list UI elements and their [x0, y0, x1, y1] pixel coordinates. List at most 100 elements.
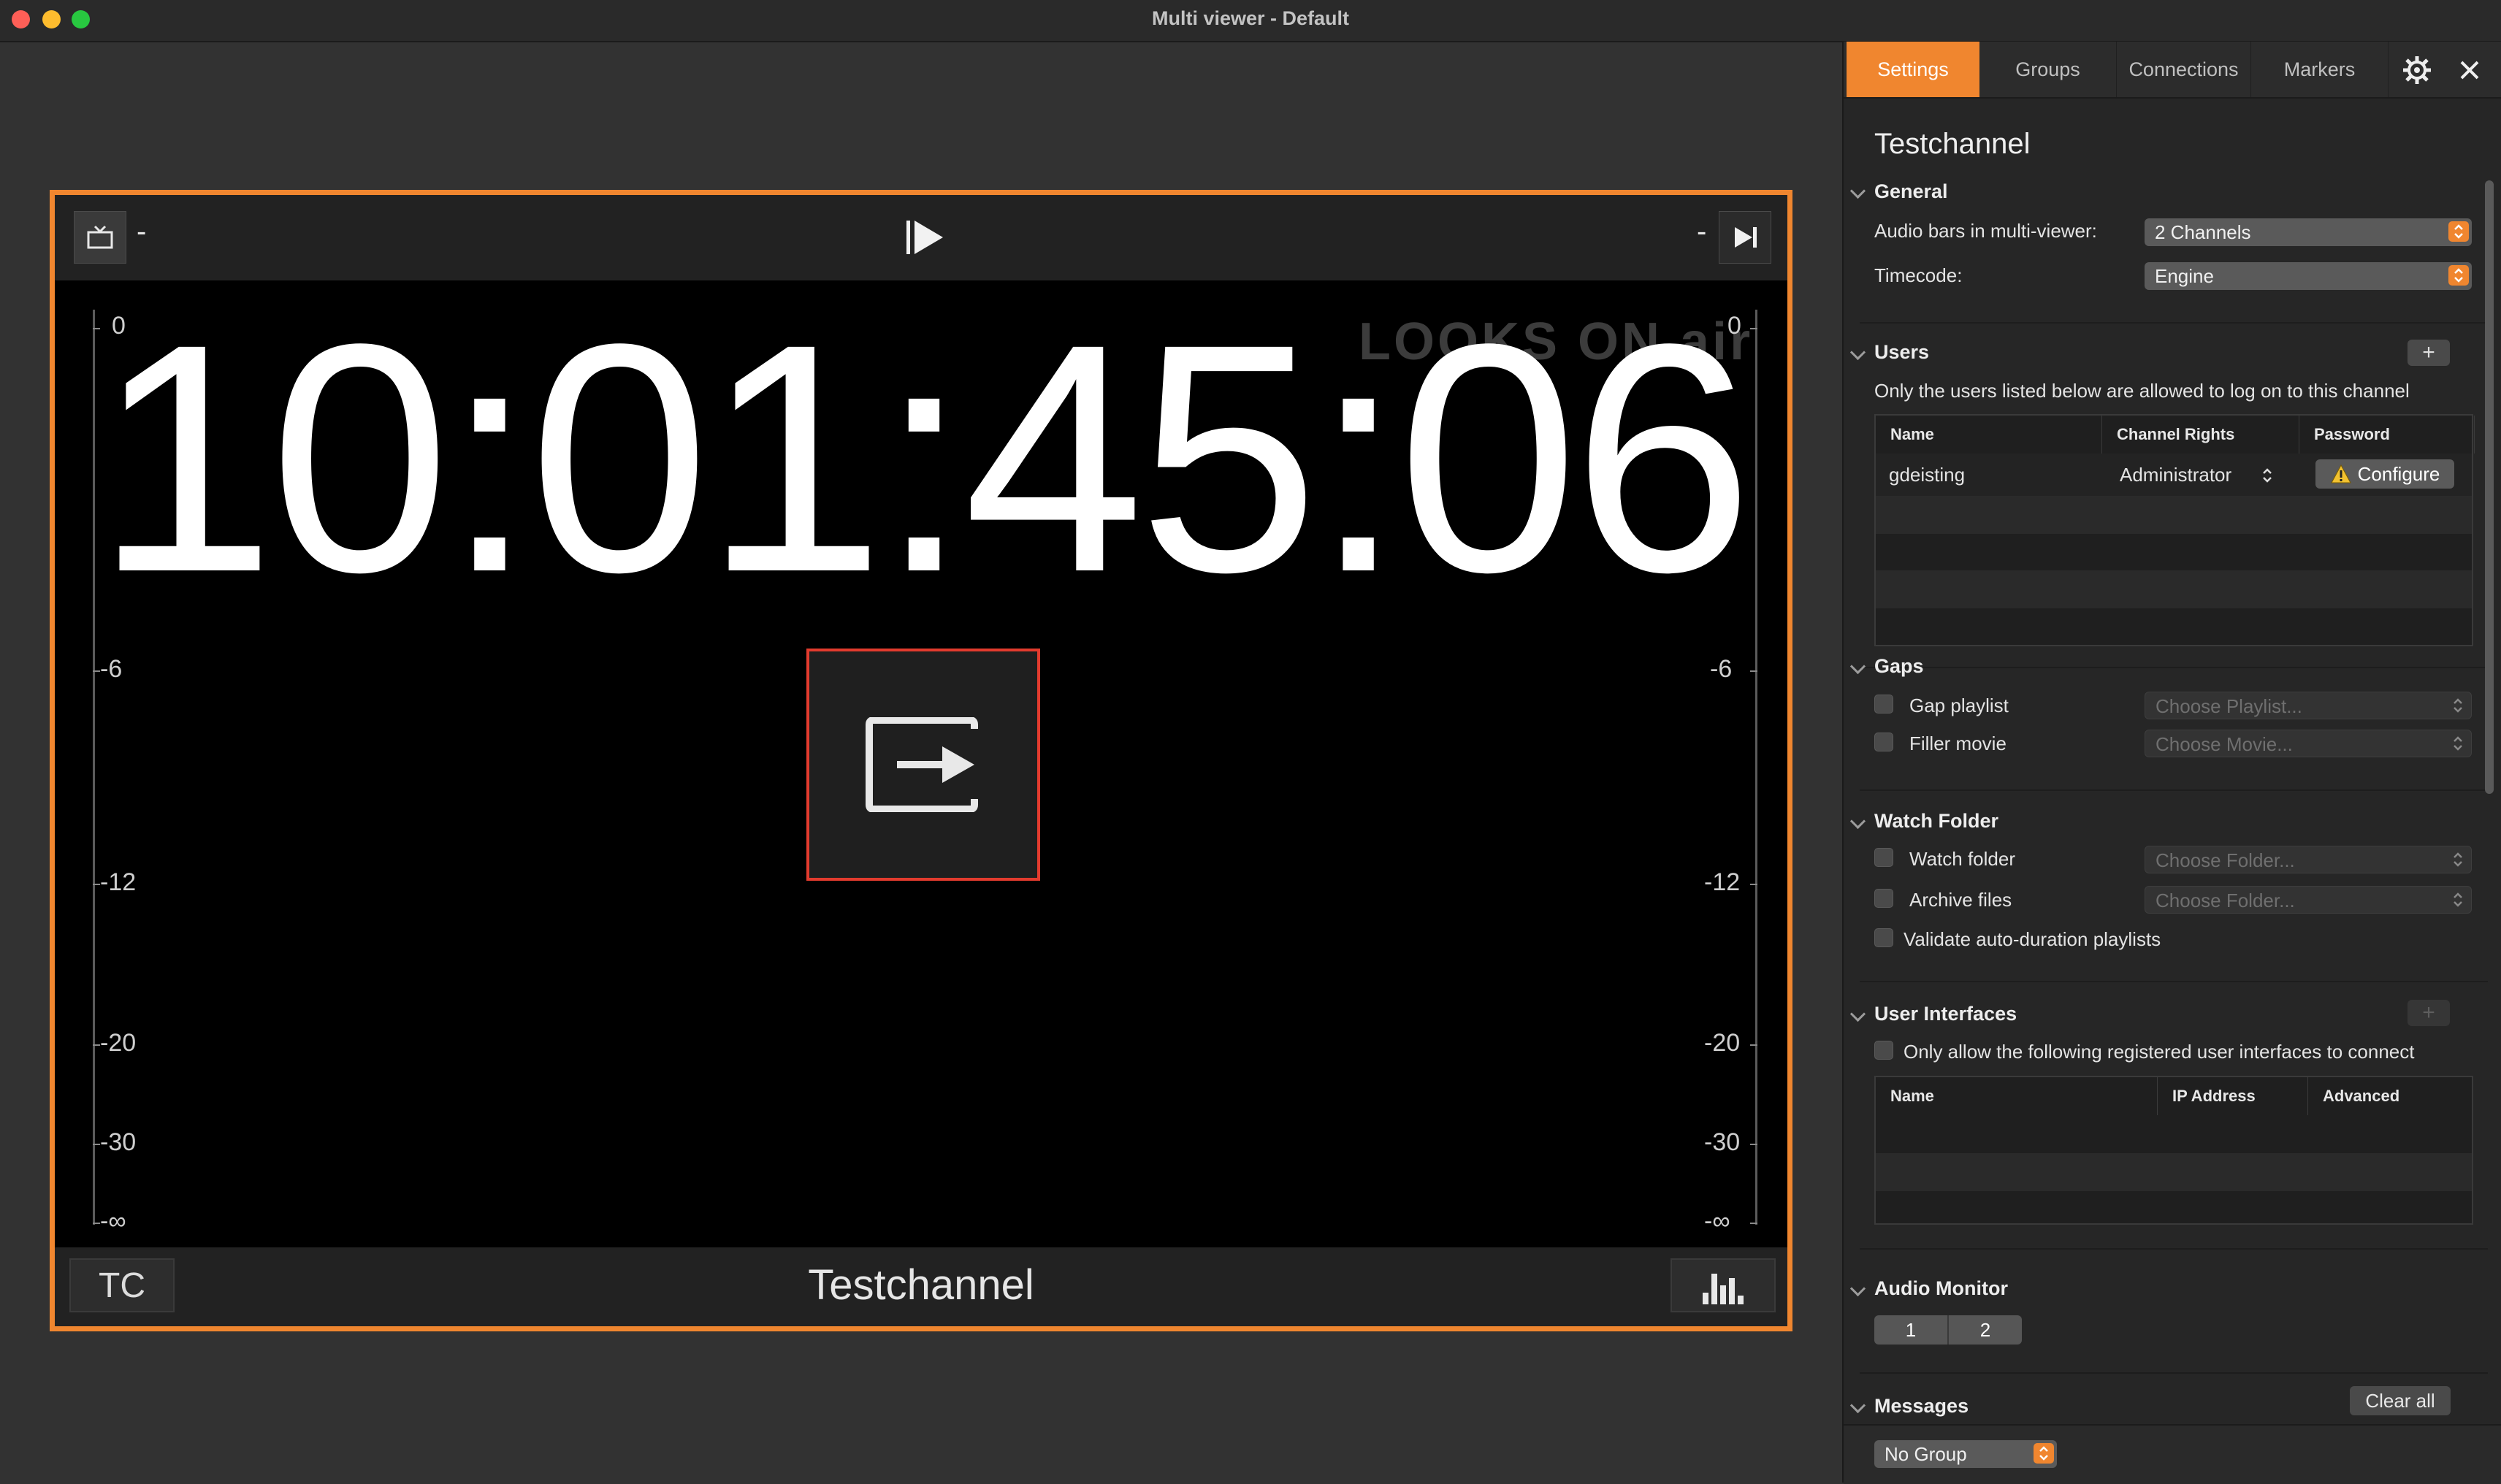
scale-right-label: -30 [1704, 1128, 1741, 1156]
column-header-advanced[interactable]: Advanced [2308, 1077, 2473, 1115]
configure-password-button[interactable]: Configure [2315, 459, 2454, 489]
scale-right-label: -12 [1704, 868, 1741, 896]
window-titlebar: Multi viewer - Default [0, 0, 2501, 42]
section-heading-general[interactable]: General [1874, 180, 1948, 203]
add-user-button[interactable]: + [2408, 340, 2450, 366]
section-heading-gaps[interactable]: Gaps [1874, 655, 1924, 678]
gap-playlist-checkbox[interactable] [1874, 695, 1893, 714]
timecode-display: 10:01:45:06 [94, 277, 1754, 640]
audio-meter-left [93, 310, 95, 1225]
configure-label: Configure [2357, 462, 2440, 485]
timecode-select[interactable]: Engine [2145, 262, 2472, 290]
audio-bars-button[interactable] [1670, 1258, 1776, 1312]
play-icon [906, 221, 943, 254]
audio-meter-right [1755, 310, 1757, 1225]
channel-name-label: Testchannel [808, 1261, 1034, 1309]
scale-left-label: -20 [100, 1029, 137, 1057]
scale-tick [1750, 670, 1757, 672]
filler-movie-placeholder: Choose Movie... [2156, 733, 2293, 755]
skip-next-button[interactable] [1719, 211, 1771, 264]
settings-panel: Settings Groups Connections Markers Test… [1842, 42, 2501, 1484]
table-row-empty [1876, 570, 2472, 608]
gear-icon [2403, 56, 2431, 84]
table-row[interactable]: gdeisting Administrator Configure [1876, 454, 2472, 496]
scale-left-label: -∞ [100, 1207, 126, 1235]
scale-right-label: 0 [1727, 312, 1741, 340]
audio-bars-icon [1703, 1274, 1744, 1304]
validate-playlists-label: Validate auto-duration playlists [1904, 928, 2161, 950]
scale-tick [1750, 1223, 1757, 1224]
column-header-name[interactable]: Name [1876, 416, 2102, 454]
section-heading-user-interfaces[interactable]: User Interfaces [1874, 1003, 2017, 1025]
chevron-down-icon[interactable] [1849, 183, 1866, 199]
chevron-down-icon[interactable] [1849, 658, 1866, 675]
section-heading-messages[interactable]: Messages [1874, 1395, 1969, 1418]
add-user-interface-button[interactable]: + [2408, 1000, 2450, 1026]
panel-scrollbar[interactable] [2485, 180, 2494, 794]
chevron-down-icon[interactable] [1849, 1006, 1866, 1022]
scale-tick [1750, 1044, 1757, 1046]
only-allow-interfaces-checkbox[interactable] [1874, 1041, 1893, 1060]
timecode-value: Engine [2155, 265, 2214, 287]
panel-footer: No Group [1844, 1424, 2501, 1484]
section-divider [1860, 789, 2488, 791]
gear-button[interactable] [2396, 49, 2438, 91]
section-heading-audio-monitor[interactable]: Audio Monitor [1874, 1277, 2008, 1300]
left-status-text: - [137, 215, 147, 248]
tv-button[interactable] [74, 211, 126, 264]
group-select[interactable]: No Group [1874, 1440, 2057, 1468]
play-button[interactable] [901, 213, 949, 261]
section-divider [1860, 322, 2488, 324]
column-header-ip-address[interactable]: IP Address [2158, 1077, 2308, 1115]
archive-folder-select[interactable]: Choose Folder... [2145, 886, 2472, 914]
select-arrows-icon [2448, 890, 2468, 910]
audio-bars-label: Audio bars in multi-viewer: [1874, 220, 2097, 242]
section-heading-users[interactable]: Users [1874, 341, 1929, 364]
select-arrows-icon [2448, 265, 2469, 286]
group-select-value: No Group [1885, 1443, 1967, 1465]
output-toggle-button[interactable] [806, 649, 1040, 881]
select-arrows-icon [2448, 695, 2468, 716]
user-rights-cell[interactable]: Administrator [2120, 464, 2231, 486]
filler-movie-label: Filler movie [1909, 733, 2006, 754]
channel-viewer-tile[interactable]: - - LOOKS ON air 10:01:45:06 0 -6 -12 -2… [50, 190, 1792, 1331]
tab-connections[interactable]: Connections [2117, 42, 2251, 97]
chevron-down-icon[interactable] [1849, 1280, 1866, 1297]
column-header-name[interactable]: Name [1876, 1077, 2158, 1115]
filler-movie-select[interactable]: Choose Movie... [2145, 730, 2472, 757]
audio-monitor-channel-selector: 1 2 [1874, 1315, 2022, 1345]
section-divider [1860, 1372, 2488, 1374]
validate-playlists-checkbox[interactable] [1874, 928, 1893, 947]
close-panel-button[interactable] [2448, 49, 2491, 91]
filler-movie-checkbox[interactable] [1874, 733, 1893, 751]
tab-settings[interactable]: Settings [1847, 42, 1979, 97]
audio-bars-value: 2 Channels [2155, 221, 2251, 243]
select-arrows-icon [2034, 1443, 2054, 1464]
column-header-channel-rights[interactable]: Channel Rights [2102, 416, 2299, 454]
chevron-down-icon[interactable] [1849, 344, 1866, 361]
archive-files-checkbox[interactable] [1874, 889, 1893, 908]
gap-playlist-select[interactable]: Choose Playlist... [2145, 692, 2472, 719]
scale-tick [93, 1144, 100, 1145]
user-interfaces-table: Name IP Address Advanced [1874, 1076, 2473, 1225]
audio-bars-select[interactable]: 2 Channels [2145, 218, 2472, 246]
warning-icon [2330, 464, 2351, 483]
clear-all-button[interactable]: Clear all [2350, 1386, 2451, 1415]
section-divider [1860, 667, 2488, 668]
scale-right-label: -20 [1704, 1029, 1741, 1057]
watch-folder-select[interactable]: Choose Folder... [2145, 846, 2472, 873]
scale-tick [93, 670, 100, 672]
audio-monitor-channel-2[interactable]: 2 [1949, 1315, 2022, 1345]
window-title: Multi viewer - Default [1151, 7, 1350, 29]
tab-markers[interactable]: Markers [2251, 42, 2389, 97]
watch-folder-checkbox[interactable] [1874, 848, 1893, 867]
only-allow-interfaces-label: Only allow the following registered user… [1904, 1041, 2415, 1063]
section-heading-watch-folder[interactable]: Watch Folder [1874, 810, 1998, 833]
chevron-down-icon[interactable] [1849, 813, 1866, 830]
audio-monitor-channel-1[interactable]: 1 [1874, 1315, 1949, 1345]
chevron-down-icon[interactable] [1849, 1397, 1866, 1414]
scale-tick [1750, 884, 1757, 885]
tab-groups[interactable]: Groups [1979, 42, 2117, 97]
column-header-password[interactable]: Password [2299, 416, 2475, 454]
scale-tick [93, 328, 100, 329]
